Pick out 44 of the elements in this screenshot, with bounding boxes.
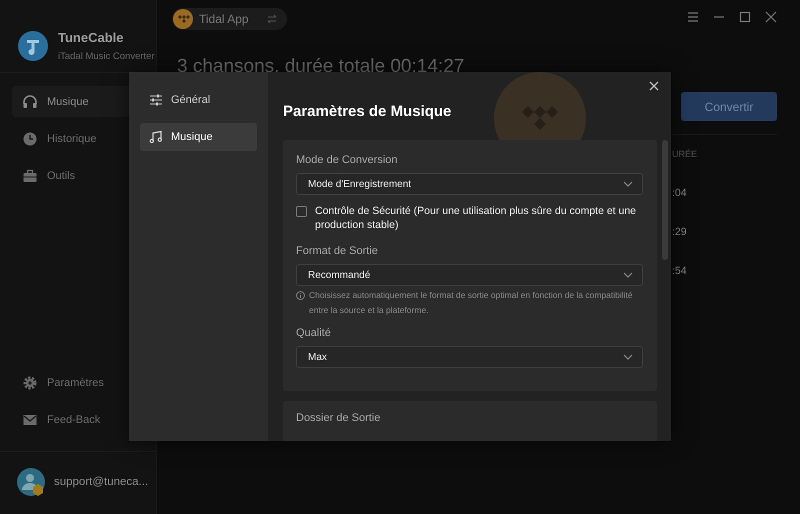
gear-icon: [22, 374, 38, 390]
chevron-down-icon: [623, 181, 633, 187]
avatar-icon: [16, 467, 46, 497]
app-logo-icon: [18, 31, 48, 61]
headphones-icon: [22, 94, 38, 110]
toolbox-icon: [22, 168, 38, 184]
field-label: Format de Sortie: [296, 244, 379, 258]
clock-icon: [22, 130, 38, 146]
dropdown[interactable]: Mode d'Enregistrement: [296, 173, 643, 195]
info-icon: [296, 291, 305, 300]
field-label: Mode de Conversion: [296, 153, 399, 167]
dialog-nav-item[interactable]: Musique: [140, 123, 257, 151]
field-label: Qualité: [296, 326, 332, 340]
table-cell-text: :04: [672, 186, 688, 200]
table-cell-text: :54: [672, 264, 688, 278]
close-icon[interactable]: [765, 11, 777, 23]
checkbox-label: Contrôle de Sécurité (Pour une utilisation plus sûre du compte et une production stable): [315, 204, 638, 232]
close-icon[interactable]: [649, 81, 659, 91]
menu-icon[interactable]: [687, 11, 699, 23]
music-note-icon: [149, 130, 163, 144]
maximize-icon[interactable]: [739, 11, 751, 23]
section-label: Dossier de Sortie: [296, 411, 382, 425]
convert-button[interactable]: Convertir: [681, 92, 777, 121]
nav-item[interactable]: Feed-Back: [12, 404, 156, 435]
dialog-title: Paramètres de Musique: [283, 102, 452, 122]
source-selector[interactable]: Tidal App: [172, 8, 287, 30]
app-subtitle: iTadal Music Converter: [58, 51, 155, 62]
swap-icon: [266, 14, 277, 24]
dropdown[interactable]: Recommandé: [296, 264, 643, 286]
scrollbar-thumb[interactable]: [662, 140, 668, 260]
nav-item[interactable]: Outils: [12, 160, 156, 191]
chevron-down-icon: [623, 272, 633, 278]
dropdown[interactable]: Max: [296, 346, 643, 368]
chevron-down-icon: [623, 354, 633, 360]
nav-item[interactable]: Paramètres: [12, 367, 156, 398]
help-text: Choisissez automatiquement le format de sortie optimal en fonction de la compatibilité entre la source et la plateforme.: [309, 289, 634, 317]
table-cell-text: :29: [672, 225, 688, 239]
account-email[interactable]: support@tuneca...: [54, 476, 148, 488]
sliders-icon: [149, 93, 163, 107]
tidal-logo-icon: [173, 9, 193, 29]
song-summary: 3 chansons, durée totale 00:14:27: [177, 56, 466, 78]
app-name: TuneCable: [58, 30, 124, 45]
checkbox[interactable]: [296, 206, 307, 217]
column-header: URÉE: [672, 148, 698, 161]
